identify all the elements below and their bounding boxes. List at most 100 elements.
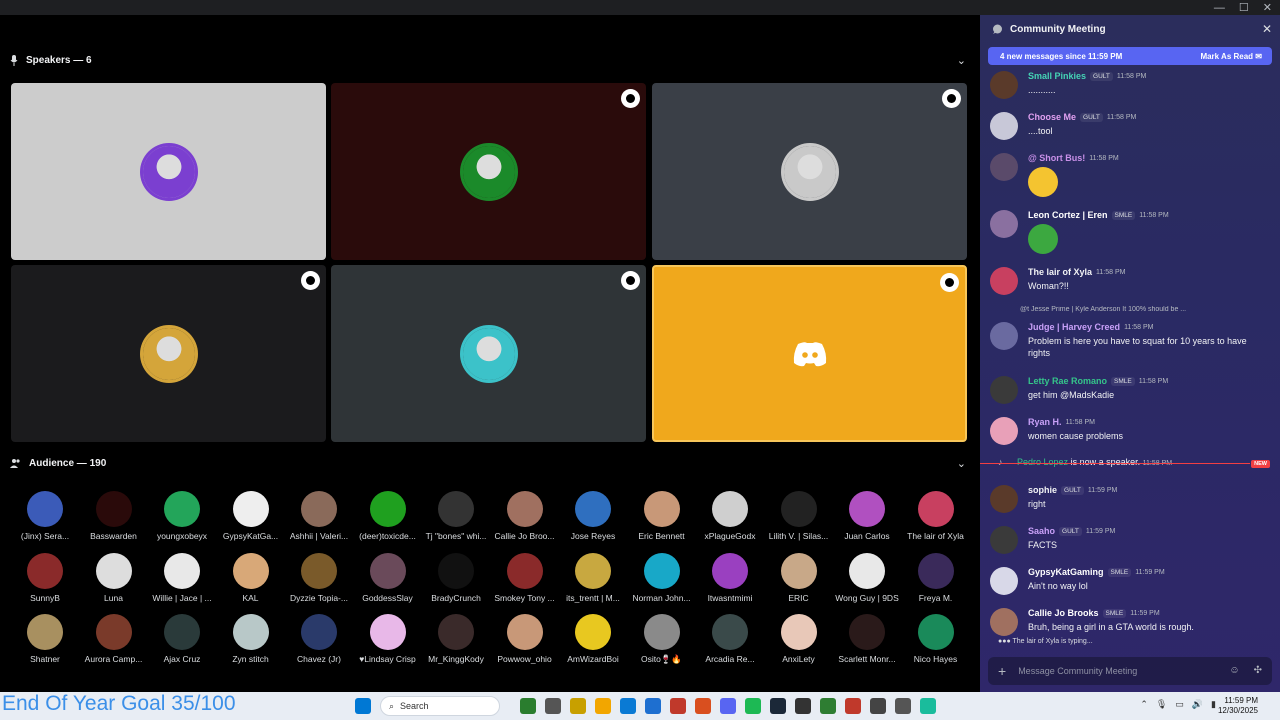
mark-as-read-button[interactable]: Mark As Read ✉ (1200, 52, 1262, 61)
audience-member[interactable]: Norman John... (627, 552, 697, 603)
message-author[interactable]: Callie Jo Brooks (1028, 608, 1099, 618)
avatar[interactable] (990, 485, 1018, 513)
taskbar-app-icon[interactable] (570, 698, 586, 714)
reply-preview[interactable]: @t Jesse Prime | Kyle Anderson It 100% s… (1020, 306, 1260, 313)
network-icon[interactable]: ▭ (1175, 699, 1184, 710)
taskbar-app-icon[interactable] (720, 698, 736, 714)
audience-member[interactable]: Powwow_ohio (490, 614, 560, 664)
taskbar-app-icon[interactable] (520, 698, 536, 714)
speaker-tile[interactable] (331, 83, 646, 260)
audience-member[interactable]: Luna (79, 552, 149, 603)
close-icon[interactable]: ✕ (1263, 1, 1272, 14)
taskbar-search[interactable]: ⌕ Search (380, 696, 500, 716)
audience-member[interactable]: SunnyB (10, 552, 80, 603)
audience-member[interactable]: AmWizardBoi (558, 614, 628, 664)
speaker-tile[interactable] (652, 265, 967, 442)
minimize-icon[interactable]: — (1214, 2, 1225, 14)
message-author[interactable]: Saaho (1028, 526, 1055, 536)
audience-member[interactable]: (Jinx) Sera... (10, 491, 80, 541)
tile-menu-icon[interactable] (942, 89, 961, 108)
avatar[interactable] (990, 526, 1018, 554)
speakers-collapse-chevron-icon[interactable]: ⌄ (957, 54, 966, 67)
audience-member[interactable]: Shatner (10, 614, 80, 664)
message-author[interactable]: The lair of Xyla (1028, 267, 1092, 277)
message-author[interactable]: Leon Cortez | Eren (1028, 210, 1108, 220)
message-author[interactable]: Small Pinkies (1028, 71, 1086, 81)
taskbar-app-icon[interactable] (745, 698, 761, 714)
message-input[interactable]: Message Community Meeting (1018, 666, 1137, 676)
maximize-icon[interactable]: ☐ (1239, 1, 1249, 14)
taskbar-app-icon[interactable] (545, 698, 561, 714)
audience-member[interactable]: Nico Hayes (901, 614, 971, 664)
attach-plus-icon[interactable]: + (998, 663, 1006, 679)
avatar[interactable] (990, 71, 1018, 99)
message-author[interactable]: Ryan H. (1028, 417, 1062, 427)
audience-member[interactable]: Basswarden (79, 491, 149, 541)
avatar[interactable] (990, 608, 1018, 636)
emoji-icon[interactable]: ☺ (1229, 665, 1239, 676)
audience-member[interactable]: Osito🍷🔥 (627, 614, 697, 665)
audience-member[interactable]: Wong Guy | 9DS (832, 552, 902, 603)
audience-member[interactable]: Ashhii | Valeri... (284, 491, 354, 541)
avatar[interactable] (990, 567, 1018, 595)
taskbar-app-icon[interactable] (870, 698, 886, 714)
taskbar-app-icon[interactable] (920, 698, 936, 714)
speaker-tile[interactable] (11, 265, 326, 442)
avatar[interactable] (990, 153, 1018, 181)
audience-member[interactable]: Itwasntmimi (695, 552, 765, 603)
new-messages-bar[interactable]: 4 new messages since 11:59 PM Mark As Re… (988, 47, 1272, 65)
mic-tray-icon[interactable]: 🎙 (1156, 699, 1167, 710)
taskbar-app-icon[interactable] (670, 698, 686, 714)
audience-header[interactable]: Audience — 190 (10, 453, 106, 473)
system-user[interactable]: Pedro Lopez (1017, 457, 1068, 467)
audience-member[interactable]: Ajax Cruz (147, 614, 217, 664)
taskbar-app-icon[interactable] (645, 698, 661, 714)
audience-member[interactable]: Smokey Tony ... (490, 552, 560, 603)
avatar[interactable] (990, 417, 1018, 445)
speaker-tile[interactable] (331, 265, 646, 442)
taskbar-app-icon[interactable] (620, 698, 636, 714)
audience-member[interactable]: (deer)toxicde... (353, 491, 423, 541)
tile-menu-icon[interactable] (621, 271, 640, 290)
tile-menu-icon[interactable] (940, 273, 959, 292)
message-author[interactable]: Judge | Harvey Creed (1028, 322, 1120, 332)
audience-member[interactable]: Jose Reyes (558, 491, 628, 541)
audience-member[interactable]: ♥Lindsay Crisp (353, 614, 423, 664)
audience-member[interactable]: Zyn stitch (216, 614, 286, 664)
audience-member[interactable]: GoddessSlay (353, 552, 423, 603)
avatar[interactable] (990, 322, 1018, 350)
message-author[interactable]: Choose Me (1028, 112, 1076, 122)
audience-member[interactable]: The lair of Xyla (901, 491, 971, 541)
audience-member[interactable]: KAL (216, 552, 286, 603)
audience-member[interactable]: Arcadia Re... (695, 614, 765, 664)
avatar[interactable] (990, 112, 1018, 140)
clock[interactable]: 11:59 PM 12/30/2025 (1218, 696, 1258, 716)
speakers-header[interactable]: Speakers — 6 (10, 50, 92, 70)
avatar[interactable] (990, 376, 1018, 404)
speaker-tile[interactable] (652, 83, 967, 260)
audience-member[interactable]: Tj "bones" whi... (421, 491, 491, 541)
tile-menu-icon[interactable] (621, 89, 640, 108)
volume-icon[interactable]: 🔊 (1192, 699, 1203, 710)
audience-member[interactable]: Scarlett Monr... (832, 614, 902, 664)
taskbar-app-icon[interactable] (770, 698, 786, 714)
avatar[interactable] (990, 267, 1018, 295)
audience-member[interactable]: Freya M. (901, 552, 971, 603)
audience-member[interactable]: AnxiLety (764, 614, 834, 664)
audience-member[interactable]: Willie | Jace | ... (147, 552, 217, 603)
audience-member[interactable]: xPlagueGodx (695, 491, 765, 541)
audience-member[interactable]: Mr_KinggKody (421, 614, 491, 664)
audience-member[interactable]: GypsyKatGa... (216, 491, 286, 541)
battery-icon[interactable]: ▮ (1211, 699, 1216, 710)
audience-member[interactable]: Aurora Camp... (79, 614, 149, 664)
audience-member[interactable]: Eric Bennett (627, 491, 697, 541)
avatar[interactable] (990, 210, 1018, 238)
close-chat-icon[interactable]: ✕ (1262, 22, 1272, 36)
audience-member[interactable]: BradyCrunch (421, 552, 491, 603)
speaker-tile[interactable] (11, 83, 326, 260)
audience-member[interactable]: Dyzzie Topia-... (284, 552, 354, 603)
audience-member[interactable]: youngxobeyx (147, 491, 217, 541)
taskbar-app-icon[interactable] (695, 698, 711, 714)
message-author[interactable]: Letty Rae Romano (1028, 376, 1107, 386)
audience-member[interactable]: Lilith V. | Silas... (764, 491, 834, 541)
